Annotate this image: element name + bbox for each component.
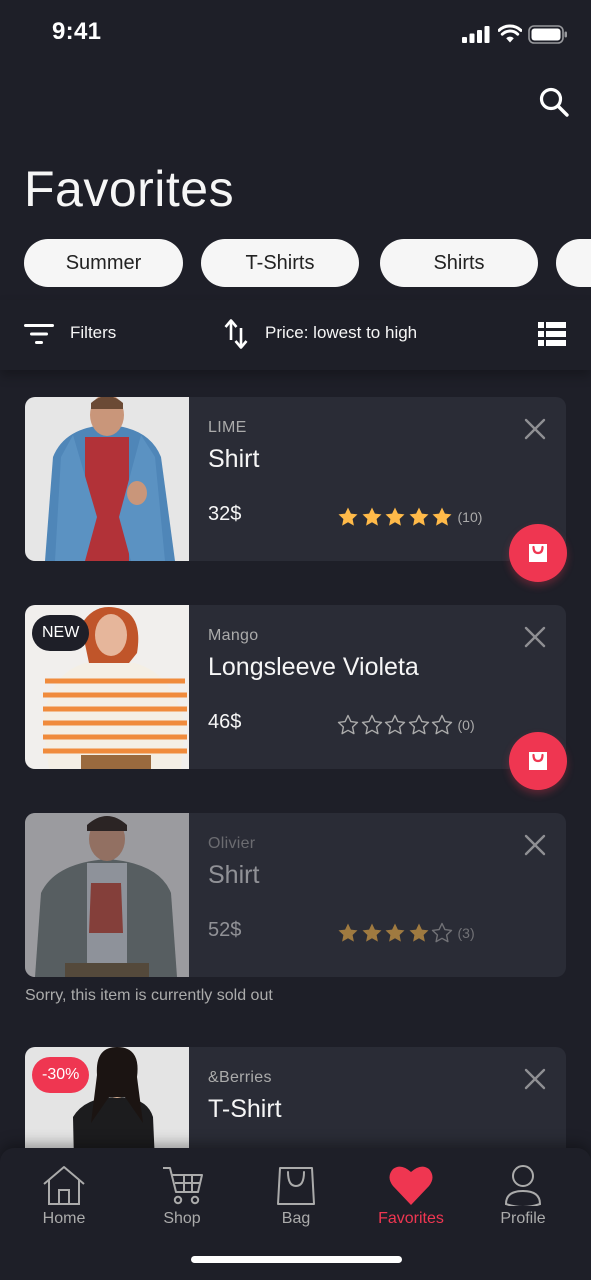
rating-stars: (0): [337, 714, 475, 736]
product-brand: LIME: [208, 419, 247, 436]
product-image: NEW: [25, 605, 189, 769]
status-bar: 9:41: [0, 0, 591, 66]
remove-close-icon[interactable]: [523, 1067, 547, 1091]
filter-icon[interactable]: [24, 323, 54, 345]
nav-home-label: Home: [42, 1210, 86, 1227]
nav-profile[interactable]: Profile: [473, 1162, 573, 1242]
product-name: Shirt: [208, 861, 260, 889]
product-price: 52$: [208, 919, 242, 941]
product-name: Shirt: [208, 445, 260, 473]
sort-icon[interactable]: [224, 318, 248, 350]
star-empty-icon: [431, 922, 453, 943]
nav-bag-label: Bag: [281, 1210, 311, 1227]
chip-shirts[interactable]: Shirts: [380, 239, 538, 287]
star-filled-icon: [338, 923, 358, 942]
favorites-screen: 9:41 Favorites Summer T-Shirts Shirts Fi…: [0, 0, 591, 1280]
star-empty-icon: [337, 714, 359, 735]
nav-shop-label: Shop: [163, 1210, 201, 1227]
product-card-sold-out[interactable]: Olivier Shirt 52$ (3): [25, 813, 566, 977]
filters-button[interactable]: Filters: [70, 323, 116, 343]
remove-close-icon[interactable]: [523, 833, 547, 857]
battery-icon: [528, 25, 567, 44]
rating-count: (0): [457, 717, 475, 733]
product-brand: Mango: [208, 627, 259, 644]
product-price: 32$: [208, 503, 242, 525]
sort-button[interactable]: Price: lowest to high: [265, 323, 417, 343]
star-filled-icon: [409, 923, 428, 942]
product-brand: Olivier: [208, 835, 256, 852]
search-icon[interactable]: [536, 84, 572, 120]
chip-partial[interactable]: [556, 239, 591, 287]
product-card[interactable]: NEW Mango Longsleeve Violeta 46$ (0): [25, 605, 567, 790]
page-title: Favorites: [24, 161, 235, 217]
product-name: Longsleeve Violeta: [208, 653, 419, 681]
chip-t-shirts[interactable]: T-Shirts: [201, 239, 359, 287]
product-image: [25, 397, 189, 561]
filter-sort-bar: Filters Price: lowest to high: [0, 300, 591, 370]
star-empty-icon: [431, 714, 453, 735]
rating-stars: (10): [337, 506, 482, 528]
nav-favorites-label: Favorites: [378, 1210, 444, 1227]
star-filled-icon: [385, 507, 405, 526]
new-badge: NEW: [32, 615, 90, 651]
home-indicator: [191, 1256, 402, 1263]
star-filled-icon: [362, 923, 381, 942]
nav-bag[interactable]: Bag: [246, 1162, 346, 1242]
star-filled-icon: [432, 507, 452, 526]
add-to-bag-button[interactable]: [509, 524, 567, 582]
product-brand: &Berries: [208, 1069, 272, 1086]
cellular-signal-icon: [462, 26, 490, 43]
star-filled-icon: [338, 507, 358, 526]
star-empty-icon: [384, 714, 406, 735]
nav-favorites[interactable]: Favorites: [361, 1162, 461, 1242]
star-filled-icon: [409, 507, 428, 526]
remove-close-icon[interactable]: [523, 417, 547, 441]
add-to-bag-button[interactable]: [509, 732, 567, 790]
star-filled-icon: [385, 923, 405, 942]
home-icon: [43, 1166, 85, 1205]
bag-icon: [277, 1167, 315, 1205]
chip-summer[interactable]: Summer: [24, 239, 183, 287]
wifi-icon: [498, 24, 522, 43]
rating-count: (3): [457, 925, 475, 941]
nav-home[interactable]: Home: [14, 1162, 114, 1242]
remove-close-icon[interactable]: [523, 625, 547, 649]
bag-icon: [529, 544, 547, 562]
bag-icon: [529, 752, 547, 770]
status-time: 9:41: [52, 18, 102, 45]
star-empty-icon: [408, 714, 429, 735]
product-price: 46$: [208, 711, 242, 733]
cart-icon: [163, 1167, 203, 1205]
rating-count: (10): [457, 509, 483, 525]
product-image: [25, 813, 189, 977]
nav-profile-label: Profile: [500, 1210, 546, 1227]
product-name: T-Shirt: [208, 1095, 282, 1123]
product-card[interactable]: LIME Shirt 32$ (10): [25, 397, 567, 582]
nav-shop[interactable]: Shop: [132, 1162, 232, 1242]
profile-icon: [504, 1165, 542, 1206]
sold-out-note: Sorry, this item is currently sold out: [25, 987, 273, 1004]
rating-stars: (3): [337, 922, 475, 944]
star-filled-icon: [362, 507, 381, 526]
star-empty-icon: [361, 714, 382, 735]
discount-badge: -30%: [32, 1057, 90, 1093]
list-view-icon[interactable]: [538, 322, 566, 346]
heart-icon: [389, 1166, 433, 1205]
